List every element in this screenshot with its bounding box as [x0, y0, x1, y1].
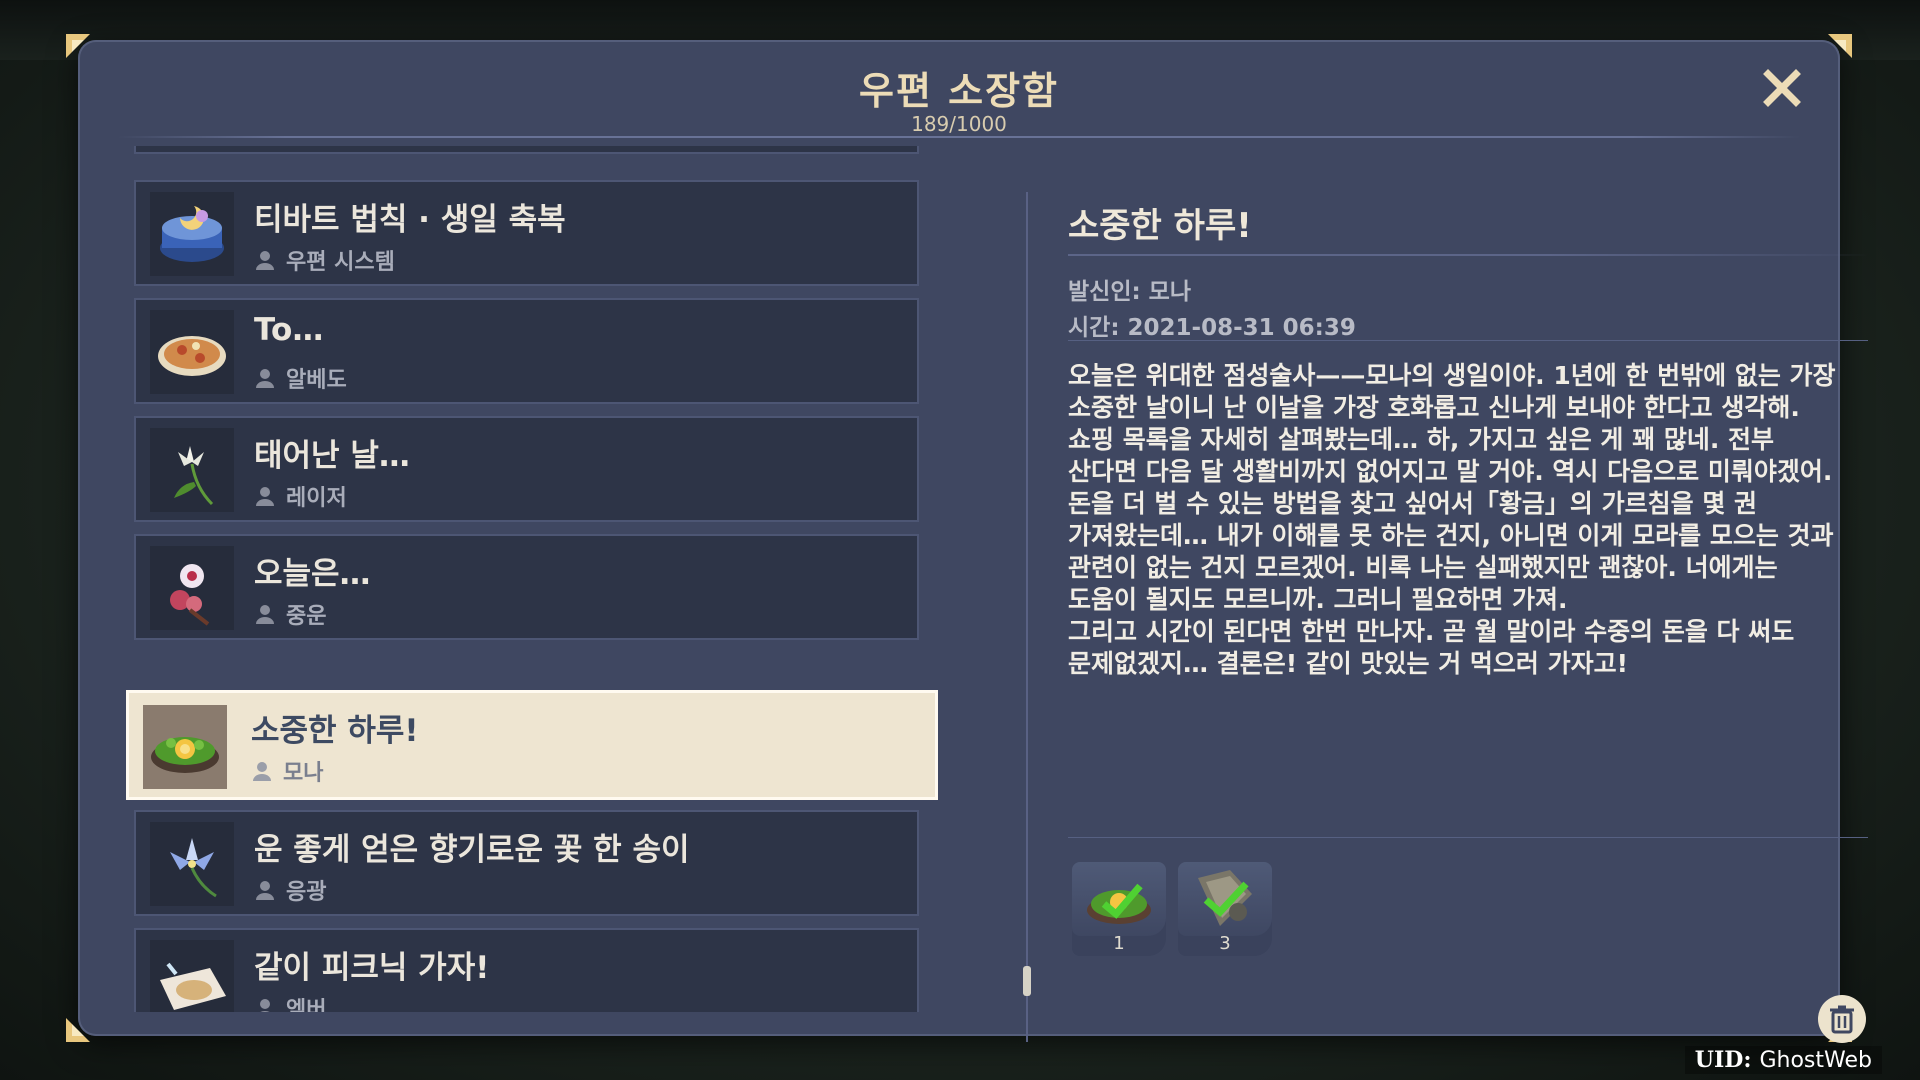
list-item[interactable]: To… 알베도 — [134, 298, 919, 404]
uid-display: UID: GhostWeb — [1684, 1046, 1882, 1074]
uid-label: UID: — [1694, 1047, 1752, 1073]
mail-sender: 알베도 — [286, 368, 347, 393]
mailbox-collection-modal: 우편 소장함 189/1000 티바트 법칙 · 생일 축복 우편 시스템 To… — [66, 34, 1868, 1043]
corner-ornament-icon — [62, 1014, 94, 1046]
lily-icon — [150, 428, 234, 512]
list-item[interactable]: 운 좋게 얻은 향기로운 꽃 한 송이 응광 — [134, 810, 919, 916]
person-icon — [256, 605, 274, 624]
detail-time: 시간: 2021-08-31 06:39 — [1068, 315, 1356, 341]
header-divider — [118, 136, 1800, 138]
bread-icon — [150, 940, 234, 1012]
list-item[interactable]: 티바트 법칙 · 생일 축복 우편 시스템 — [134, 180, 919, 286]
attachment-item[interactable]: 3 — [1178, 862, 1272, 956]
mail-count: 189/1000 — [911, 112, 1007, 136]
person-icon — [256, 251, 274, 270]
list-item[interactable]: 오늘은… 중운 — [134, 534, 919, 640]
divider — [1068, 254, 1868, 256]
cake-icon — [150, 192, 234, 276]
mail-sender: 엠버 — [286, 998, 327, 1012]
mail-subject: To… — [254, 312, 324, 348]
glaze-lily-icon — [150, 822, 234, 906]
page-title: 우편 소장함 — [858, 69, 1060, 113]
mail-sender: 레이저 — [286, 486, 347, 511]
attachment-qty: 1 — [1113, 933, 1125, 954]
mail-sender: 응광 — [286, 880, 327, 905]
uid-value: GhostWeb — [1759, 1047, 1872, 1073]
mail-subject: 운 좋게 얻은 향기로운 꽃 한 송이 — [254, 832, 690, 868]
flower-icon — [150, 546, 234, 630]
pizza-icon — [150, 310, 234, 394]
salad-icon — [143, 705, 227, 789]
person-icon — [260, 999, 270, 1012]
person-icon — [256, 881, 274, 900]
person-icon — [256, 487, 274, 506]
scrollbar-thumb[interactable] — [1023, 966, 1031, 996]
attachment-qty: 3 — [1219, 933, 1231, 954]
corner-ornament-icon — [1824, 30, 1856, 62]
mail-subject: 오늘은… — [254, 556, 371, 592]
person-icon — [253, 762, 271, 781]
mail-sender: 모나 — [283, 761, 324, 786]
attachment-item[interactable]: 1 — [1072, 862, 1166, 956]
divider — [1068, 837, 1868, 838]
mail-subject: 티바트 법칙 · 생일 축복 — [254, 202, 566, 238]
mail-sender: 중운 — [286, 604, 327, 629]
mail-subject: 태어난 날… — [254, 438, 410, 474]
list-item[interactable]: 같이 피크닉 가자! 엠버 — [134, 928, 919, 1012]
close-icon — [1763, 69, 1801, 107]
delete-button[interactable] — [1818, 995, 1866, 1043]
person-icon — [256, 369, 274, 388]
detail-sender: 발신인: 모나 — [1068, 279, 1192, 305]
close-button[interactable] — [1760, 66, 1804, 110]
mail-list[interactable]: 티바트 법칙 · 생일 축복 우편 시스템 To… 알베도 태어난 날… 레이저… — [124, 146, 1020, 1012]
mail-sender: 우편 시스템 — [286, 250, 395, 275]
list-item[interactable]: 태어난 날… 레이저 — [134, 416, 919, 522]
list-item-partial[interactable] — [134, 146, 919, 154]
trash-icon — [1830, 1005, 1854, 1034]
detail-body: 오늘은 위대한 점성술사——모나의 생일이야. 1년에 한 번밖에 없는 가장 … — [1068, 361, 1836, 678]
mail-subject: 같이 피크닉 가자! — [254, 950, 490, 986]
list-item-selected[interactable]: 소중한 하루! 모나 — [126, 690, 938, 800]
detail-subject: 소중한 하루! — [1068, 206, 1252, 246]
corner-ornament-icon — [62, 30, 94, 62]
divider — [1068, 340, 1868, 341]
scrollbar-track[interactable] — [1026, 192, 1028, 1042]
salad-item-icon — [1087, 883, 1151, 924]
mail-subject: 소중한 하루! — [251, 713, 419, 749]
book-item-icon — [1198, 870, 1252, 926]
mail-detail: 소중한 하루! 발신인: 모나 시간: 2021-08-31 06:39 오늘은… — [1068, 150, 1868, 1043]
